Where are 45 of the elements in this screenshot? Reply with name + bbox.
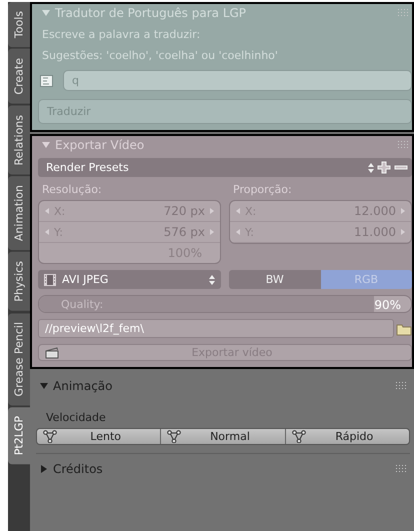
speed-label: Velocidade [45, 410, 107, 426]
sidebar-tab[interactable]: Grease Pencil [8, 312, 30, 406]
node-icon [167, 430, 182, 443]
panel-title: Tradutor de Português para LGP [55, 6, 248, 20]
clapperboard-icon [45, 346, 59, 358]
resolution-label: Resolução: [41, 183, 103, 196]
speed-button[interactable]: Rápido [286, 429, 409, 444]
increment-arrow-icon[interactable] [210, 229, 214, 235]
file-format-dropdown[interactable]: AVI JPEG [38, 270, 221, 289]
up-down-arrows-icon [368, 162, 374, 172]
collapse-triangle-icon[interactable] [42, 141, 50, 149]
film-icon [44, 274, 56, 286]
panel-title: Exportar Vídeo [55, 138, 146, 152]
aspect-label: Proporção: [232, 183, 293, 196]
sidebar-tab[interactable]: Pt2LGP [8, 407, 30, 465]
prompt-label: Escreve a palavra a traduzir: [41, 28, 202, 41]
output-path-field[interactable]: //preview\l2f_fem\ [38, 319, 394, 338]
node-icon [43, 430, 57, 443]
increment-arrow-icon[interactable] [401, 208, 405, 214]
folder-icon[interactable] [396, 322, 412, 336]
decrement-arrow-icon[interactable] [45, 208, 49, 214]
speed-button[interactable]: Normal [161, 429, 286, 444]
speed-button[interactable]: Lento [37, 429, 162, 444]
sidebar-tab[interactable]: Physics [8, 252, 30, 311]
sidebar-tab[interactable]: Animation [8, 176, 30, 250]
sidebar-tab[interactable]: Create [8, 49, 30, 104]
increment-arrow-icon[interactable] [401, 229, 405, 235]
decrement-arrow-icon[interactable] [45, 229, 49, 235]
node-icon [292, 430, 306, 443]
color-mode-toggle[interactable]: BW [229, 270, 320, 289]
collapse-triangle-icon[interactable] [40, 382, 48, 390]
text-icon [40, 74, 53, 86]
expand-triangle-icon[interactable] [40, 465, 48, 473]
decrement-arrow-icon[interactable] [236, 208, 240, 214]
increment-arrow-icon[interactable] [210, 208, 214, 214]
sidebar-tab[interactable]: Tools [8, 2, 30, 48]
up-down-arrows-icon [209, 274, 215, 284]
suggestions-text: Sugestões: 'coelho', 'coelha' ou 'coelhinho' [41, 49, 279, 62]
render-presets-dropdown[interactable]: Render Presets [38, 158, 412, 177]
panel-title: Animação [53, 379, 114, 393]
sidebar-tab[interactable]: Relations [8, 106, 30, 174]
decrement-arrow-icon[interactable] [236, 229, 240, 235]
plus-icon[interactable] [377, 161, 391, 174]
collapse-triangle-icon[interactable] [42, 9, 50, 17]
panel-title: Créditos [53, 462, 104, 476]
